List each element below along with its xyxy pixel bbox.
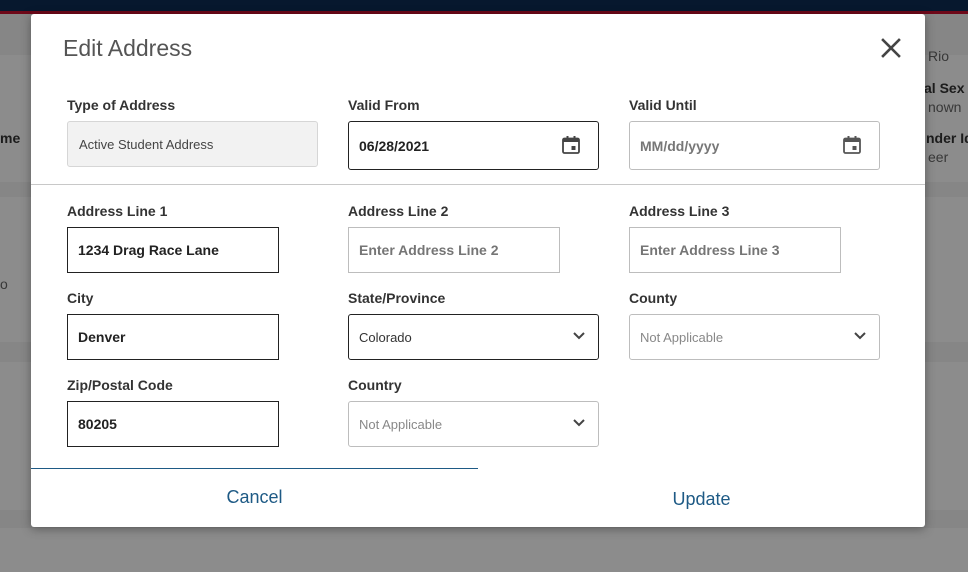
address-line-3-label: Address Line 3 [629,203,730,219]
county-select[interactable]: Not Applicable [629,314,880,360]
section-divider [31,184,925,185]
calendar-icon[interactable] [561,135,581,155]
valid-until-field[interactable]: MM/dd/yyyy [629,121,880,170]
calendar-icon[interactable] [842,135,862,155]
country-selected-value: Not Applicable [359,417,443,432]
update-button[interactable]: Update [478,489,925,510]
zip-field[interactable] [67,401,279,447]
address-line-3-input[interactable] [630,228,840,272]
city-input[interactable] [68,315,278,359]
close-icon [881,38,901,58]
type-of-address-label: Type of Address [67,97,176,113]
close-button[interactable] [877,34,905,62]
city-label: City [67,290,94,306]
country-label: Country [348,377,402,393]
valid-from-field[interactable]: 06/28/2021 [348,121,599,170]
valid-until-placeholder: MM/dd/yyyy [640,138,720,154]
state-select[interactable]: Colorado [348,314,599,360]
cancel-button[interactable]: Cancel [31,487,478,508]
address-line-2-label: Address Line 2 [348,203,449,219]
chevron-down-icon [573,419,585,427]
valid-from-value: 06/28/2021 [359,138,430,154]
state-label: State/Province [348,290,446,306]
address-line-2-input[interactable] [349,228,559,272]
address-line-1-input[interactable] [68,228,278,272]
address-line-3-field[interactable] [629,227,841,273]
dialog-title: Edit Address [63,35,193,61]
cancel-focus-line [31,468,478,469]
edit-address-dialog: Edit Address Type of Address Active Stud… [31,14,925,527]
state-selected-value: Colorado [359,330,412,345]
county-label: County [629,290,678,306]
chevron-down-icon [573,332,585,340]
valid-from-label: Valid From [348,97,420,113]
valid-until-label: Valid Until [629,97,697,113]
address-line-1-field[interactable] [67,227,279,273]
type-of-address-value: Active Student Address [79,137,214,152]
chevron-down-icon [854,332,866,340]
zip-label: Zip/Postal Code [67,377,173,393]
county-selected-value: Not Applicable [640,330,724,345]
country-select[interactable]: Not Applicable [348,401,599,447]
city-field[interactable] [67,314,279,360]
address-line-2-field[interactable] [348,227,560,273]
type-of-address-field: Active Student Address [67,121,318,167]
address-line-1-label: Address Line 1 [67,203,168,219]
zip-input[interactable] [68,402,278,446]
